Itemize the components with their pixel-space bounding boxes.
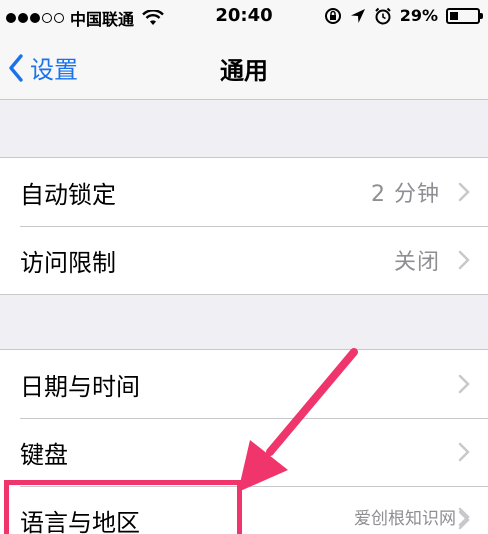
watermark-text: 爱创根知识网 [354, 509, 456, 529]
chevron-right-icon [458, 507, 470, 526]
watermark: 爱创根知识网 [354, 504, 470, 529]
annotation-arrow-icon [238, 348, 358, 492]
screen: 中国联通 20:40 29% 设置 通用 自动锁定 2 分钟 访问限制 关闭 日… [0, 0, 488, 534]
